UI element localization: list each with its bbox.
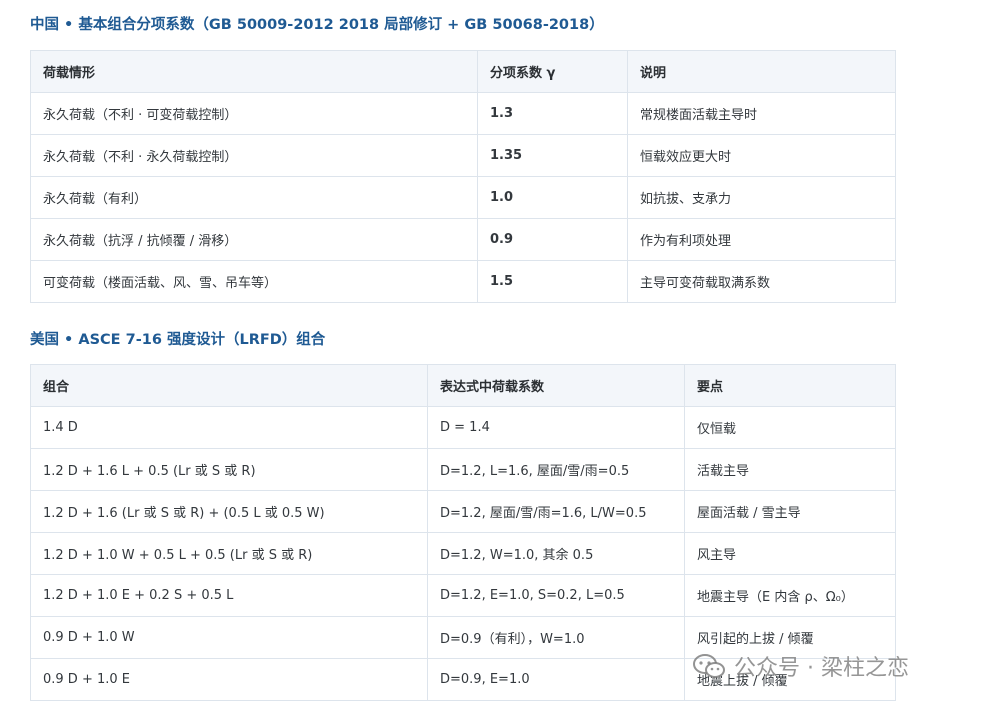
combination-cell: 1.2 D + 1.0 E + 0.2 S + 0.5 L bbox=[30, 574, 428, 617]
table-row: 永久荷载（不利 · 可变荷载控制） 1.3 常规楼面活载主导时 bbox=[30, 92, 896, 135]
combination-cell: 1.2 D + 1.0 W + 0.5 L + 0.5 (Lr 或 S 或 R) bbox=[30, 532, 428, 575]
key-point-cell: 活载主导 bbox=[684, 448, 896, 491]
factors-cell: D=1.2, 屋面/雪/雨=1.6, L/W=0.5 bbox=[427, 490, 685, 533]
coefficient-cell: 1.35 bbox=[477, 134, 628, 177]
factors-cell: D=0.9, E=1.0 bbox=[427, 658, 685, 701]
table-header-row: 组合 表达式中荷载系数 要点 bbox=[30, 364, 896, 407]
factors-cell: D=1.2, L=1.6, 屋面/雪/雨=0.5 bbox=[427, 448, 685, 491]
combination-cell: 0.9 D + 1.0 E bbox=[30, 658, 428, 701]
coefficient-cell: 1.5 bbox=[477, 260, 628, 303]
key-point-cell: 屋面活载 / 雪主导 bbox=[684, 490, 896, 533]
section-title-usa: 美国 • ASCE 7-16 强度设计（LRFD）组合 bbox=[30, 332, 326, 348]
combination-cell: 1.4 D bbox=[30, 406, 428, 449]
table-row: 1.2 D + 1.6 (Lr 或 S 或 R) + (0.5 L 或 0.5 … bbox=[30, 490, 896, 533]
column-header: 表达式中荷载系数 bbox=[427, 364, 685, 407]
note-cell: 作为有利项处理 bbox=[627, 218, 896, 261]
table-header-row: 荷载情形 分项系数 γ 说明 bbox=[30, 50, 896, 93]
coefficient-cell: 0.9 bbox=[477, 218, 628, 261]
watermark: 公众号 · 梁柱之恋 bbox=[692, 650, 909, 682]
table-row: 1.2 D + 1.0 W + 0.5 L + 0.5 (Lr 或 S 或 R)… bbox=[30, 532, 896, 575]
note-cell: 如抗拔、支承力 bbox=[627, 176, 896, 219]
note-cell: 主导可变荷载取满系数 bbox=[627, 260, 896, 303]
load-case-cell: 可变荷载（楼面活载、风、雪、吊车等） bbox=[30, 260, 478, 303]
load-case-cell: 永久荷载（有利） bbox=[30, 176, 478, 219]
note-cell: 常规楼面活载主导时 bbox=[627, 92, 896, 135]
table-row: 1.4 D D = 1.4 仅恒载 bbox=[30, 406, 896, 449]
column-header: 要点 bbox=[684, 364, 896, 407]
factors-cell: D=1.2, E=1.0, S=0.2, L=0.5 bbox=[427, 574, 685, 617]
key-point-cell: 仅恒载 bbox=[684, 406, 896, 449]
table-row: 1.2 D + 1.0 E + 0.2 S + 0.5 L D=1.2, E=1… bbox=[30, 574, 896, 617]
load-case-cell: 永久荷载（不利 · 可变荷载控制） bbox=[30, 92, 478, 135]
table-row: 可变荷载（楼面活载、风、雪、吊车等） 1.5 主导可变荷载取满系数 bbox=[30, 260, 896, 303]
combination-cell: 0.9 D + 1.0 W bbox=[30, 616, 428, 659]
load-case-cell: 永久荷载（抗浮 / 抗倾覆 / 滑移） bbox=[30, 218, 478, 261]
coefficient-cell: 1.3 bbox=[477, 92, 628, 135]
factors-cell: D=1.2, W=1.0, 其余 0.5 bbox=[427, 532, 685, 575]
combination-cell: 1.2 D + 1.6 (Lr 或 S 或 R) + (0.5 L 或 0.5 … bbox=[30, 490, 428, 533]
note-cell: 恒载效应更大时 bbox=[627, 134, 896, 177]
china-coefficient-table: 荷载情形 分项系数 γ 说明 永久荷载（不利 · 可变荷载控制） 1.3 常规楼… bbox=[30, 50, 896, 303]
factors-cell: D=0.9（有利），W=1.0 bbox=[427, 616, 685, 659]
factors-cell: D = 1.4 bbox=[427, 406, 685, 449]
table-row: 永久荷载（抗浮 / 抗倾覆 / 滑移） 0.9 作为有利项处理 bbox=[30, 218, 896, 261]
wechat-icon bbox=[692, 652, 726, 680]
section-title-china: 中国 • 基本组合分项系数（GB 50009-2012 2018 局部修订 + … bbox=[30, 17, 604, 33]
combination-cell: 1.2 D + 1.6 L + 0.5 (Lr 或 S 或 R) bbox=[30, 448, 428, 491]
key-point-cell: 风主导 bbox=[684, 532, 896, 575]
table-row: 永久荷载（不利 · 永久荷载控制） 1.35 恒载效应更大时 bbox=[30, 134, 896, 177]
coefficient-cell: 1.0 bbox=[477, 176, 628, 219]
column-header: 组合 bbox=[30, 364, 428, 407]
watermark-text: 公众号 · 梁柱之恋 bbox=[734, 656, 909, 681]
column-header: 分项系数 γ bbox=[477, 50, 628, 93]
table-row: 永久荷载（有利） 1.0 如抗拔、支承力 bbox=[30, 176, 896, 219]
load-case-cell: 永久荷载（不利 · 永久荷载控制） bbox=[30, 134, 478, 177]
key-point-cell: 地震主导（E 内含 ρ、Ω₀） bbox=[684, 574, 896, 617]
column-header: 荷载情形 bbox=[30, 50, 478, 93]
column-header: 说明 bbox=[627, 50, 896, 93]
table-row: 1.2 D + 1.6 L + 0.5 (Lr 或 S 或 R) D=1.2, … bbox=[30, 448, 896, 491]
